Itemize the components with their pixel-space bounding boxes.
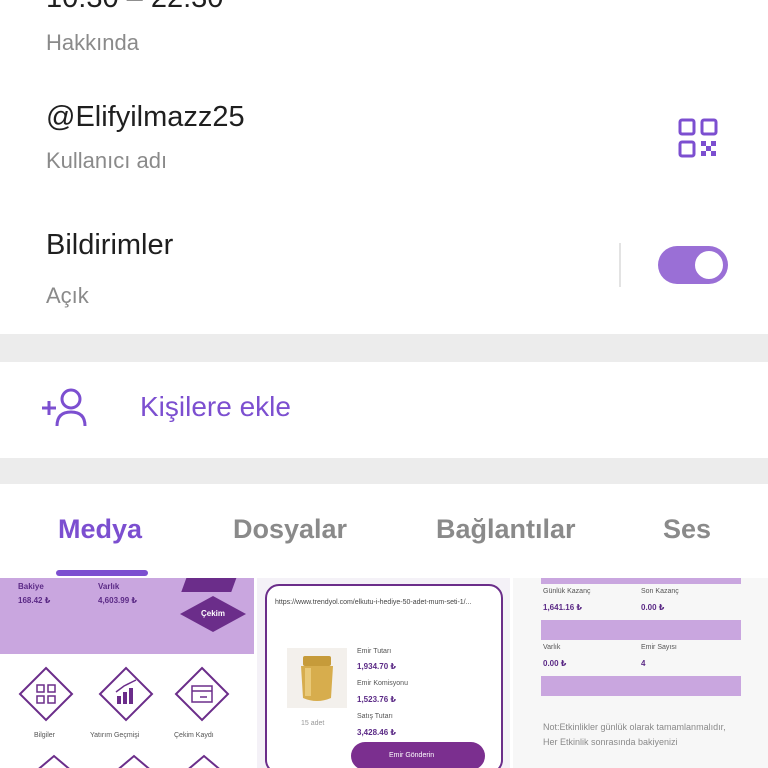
tab-links[interactable]: Bağlantılar (436, 514, 576, 545)
thumb3-bar-bottom (541, 676, 741, 696)
tab-audio[interactable]: Ses (663, 514, 711, 545)
about-value: 10:30 – 22:30 (46, 0, 223, 15)
thumb3-daily-value: 1,641.16 ₺ (543, 603, 582, 612)
thumb3-bar-mid (541, 620, 741, 640)
thumb1-shape-top (181, 578, 241, 592)
qr-code-icon[interactable] (678, 118, 718, 158)
thumb1-balance-value: 168.42 ₺ (18, 596, 51, 605)
notifications-row[interactable]: Bildirimler Açık (0, 215, 768, 330)
thumb2-commission-label: Emir Komisyonu (357, 680, 408, 687)
section-gap-1 (0, 334, 768, 362)
add-contacts-row[interactable] (0, 362, 768, 458)
thumb2-commission-value: 1,523.76 ₺ (357, 695, 396, 704)
section-gap-2 (0, 458, 768, 484)
username-value: @Elifyilmazz25 (46, 101, 245, 133)
thumb3-daily-label: Günlük Kazanç (543, 588, 591, 595)
withdraw-record-icon (174, 666, 230, 722)
thumb3-note: Not:Etkinlikler günlük olarak tamamlanma… (543, 722, 726, 747)
investment-chart-icon (98, 666, 154, 722)
thumb1-item-investment: Yatırım Geçmişi (90, 732, 140, 739)
thumb2-order-amount-value: 1,934.70 ₺ (357, 662, 396, 671)
about-row[interactable]: 10:30 – 22:30 Hakkında (0, 0, 768, 72)
info-grid-icon (18, 666, 74, 722)
notifications-toggle[interactable] (658, 246, 728, 284)
add-contacts-label: Kişilere ekle (140, 391, 291, 422)
tab-media[interactable]: Medya (58, 514, 142, 545)
thumb1-item-withdraw: Çekim Kaydı (174, 732, 214, 739)
thumb1-assets-value: 4,603.99 ₺ (98, 596, 137, 605)
notifications-title: Bildirimler (46, 229, 174, 261)
thumb2-qty: 15 adet (301, 720, 325, 727)
username-label: Kullanıcı adı (46, 148, 168, 173)
thumb3-asset-value: 0.00 ₺ (543, 659, 567, 668)
username-row[interactable]: @Elifyilmazz25 Kullanıcı adı (0, 90, 768, 200)
notifications-divider (619, 243, 621, 287)
thumb3-bar-top (541, 578, 741, 584)
send-order-button-label: Emir Gönderin (389, 752, 435, 759)
toggle-knob (692, 248, 726, 282)
media-thumbnail-1[interactable]: Bakiye 168.42 ₺ Varlık 4,603.99 ₺ Çekim … (0, 578, 254, 768)
thumb3-last-label: Son Kazanç (641, 588, 679, 595)
thumb1-balance-label: Bakiye (18, 582, 44, 591)
thumb1-assets-label: Varlık (98, 582, 120, 591)
thumb3-asset-label: Varlık (543, 644, 561, 651)
thumb2-sale-amount-label: Satış Tutarı (357, 713, 393, 720)
about-label: Hakkında (46, 30, 139, 55)
thumb3-orders-label: Emir Sayısı (641, 644, 677, 651)
notifications-status: Açık (46, 283, 89, 308)
thumb2-link: https://www.trendyol.com/elkutu-i-hediye… (275, 599, 472, 606)
thumb3-last-value: 0.00 ₺ (641, 603, 665, 612)
thumb1-item-info: Bilgiler (34, 732, 56, 739)
thumb1-withdraw-label: Çekim (201, 609, 226, 618)
thumb3-orders-value: 4 (641, 659, 646, 668)
tab-files[interactable]: Dosyalar (233, 514, 347, 545)
media-thumbnail-3[interactable]: Günlük Kazanç 1,641.16 ₺ Son Kazanç 0.00… (513, 578, 768, 768)
thumb1-more-icons (38, 754, 220, 768)
product-image (287, 648, 347, 708)
thumb2-sale-amount-value: 3,428.46 ₺ (357, 728, 396, 737)
add-person-icon (42, 388, 87, 427)
media-thumbnail-2[interactable]: https://www.trendyol.com/elkutu-i-hediye… (257, 578, 510, 768)
tab-indicator (56, 570, 148, 576)
thumb2-order-amount-label: Emir Tutarı (357, 648, 392, 655)
